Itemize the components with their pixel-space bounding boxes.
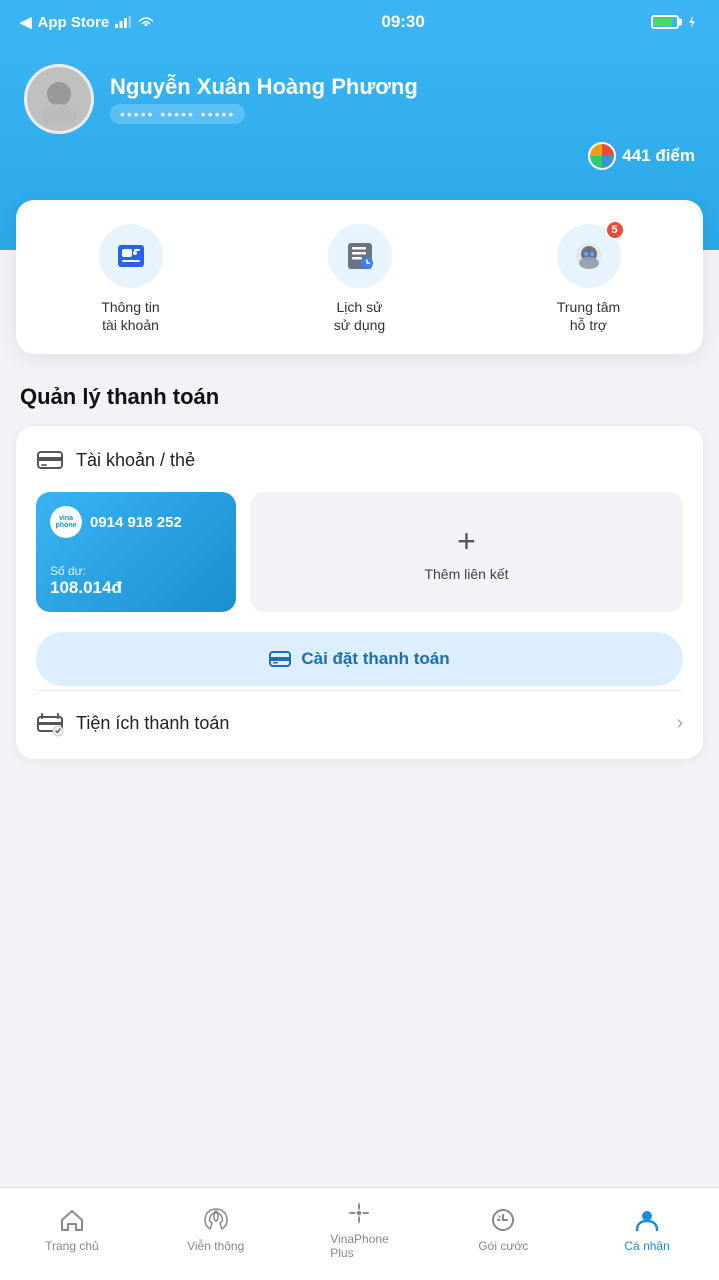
tab-vinaphone-plus[interactable]: VinaPhonePlus — [319, 1198, 399, 1260]
account-card-title: Tài khoản / thẻ — [76, 450, 195, 471]
telecom-icon — [201, 1205, 231, 1235]
wifi-icon — [137, 15, 155, 29]
tab-home[interactable]: Trang chủ — [32, 1205, 112, 1253]
status-carrier: ◀ App Store — [20, 13, 155, 31]
payment-card-header: Tài khoản / thẻ — [36, 446, 683, 474]
points-badge: 441 điểm — [588, 142, 695, 170]
setup-payment-button[interactable]: Cài đặt thanh toán — [36, 632, 683, 686]
vina-balance-section: Số dư: 108.014đ — [50, 564, 222, 598]
vina-card-top: vinaphone 0914 918 252 — [50, 506, 222, 538]
charging-icon — [685, 15, 699, 29]
chevron-right-icon: › — [676, 712, 683, 735]
profile-info: Nguyễn Xuân Hoàng Phương ••••• ••••• •••… — [110, 74, 695, 124]
add-link-card[interactable]: + Thêm liên kết — [250, 492, 683, 612]
usage-history-icon-wrap — [328, 224, 392, 288]
setup-payment-label: Cài đặt thanh toán — [301, 649, 449, 669]
add-link-plus-icon: + — [457, 523, 476, 560]
home-icon — [57, 1205, 87, 1235]
card-icon — [36, 446, 64, 474]
profile-phone: ••••• ••••• ••••• — [110, 104, 245, 124]
account-info-icon — [114, 239, 148, 273]
tab-personal-label: Cá nhân — [624, 1239, 669, 1253]
account-cards-row: vinaphone 0914 918 252 Số dư: 108.014đ +… — [36, 492, 683, 612]
usage-history-icon — [343, 239, 377, 273]
avatar-image — [34, 74, 84, 124]
main-content: Thông tintài khoản Lịch sửsử dụng 5 — [0, 250, 719, 875]
support-icon-wrap: 5 — [557, 224, 621, 288]
payment-card: Tài khoản / thẻ vinaphone 0914 918 252 S… — [16, 426, 703, 759]
utility-icon — [36, 709, 64, 737]
points-icon — [588, 142, 616, 170]
signal-icon — [115, 16, 131, 28]
status-bar: ◀ App Store 09:30 — [0, 0, 719, 44]
tab-bar: Trang chủ Viễn thông VinaPhonePlus — [0, 1187, 719, 1280]
vina-card[interactable]: vinaphone 0914 918 252 Số dư: 108.014đ — [36, 492, 236, 612]
quick-item-support[interactable]: 5 Trung tâmhỗ trợ — [547, 224, 631, 334]
tab-telecom-label: Viễn thông — [187, 1239, 244, 1253]
support-icon — [572, 239, 606, 273]
payment-section-title: Quản lý thanh toán — [20, 384, 699, 410]
utility-row[interactable]: Tiện ích thanh toán › — [36, 695, 683, 739]
utility-label: Tiện ích thanh toán — [76, 713, 664, 734]
profile-name: Nguyễn Xuân Hoàng Phương — [110, 74, 695, 100]
status-battery — [651, 15, 699, 29]
personal-icon — [632, 1205, 662, 1235]
status-time: 09:30 — [381, 12, 424, 32]
add-link-label: Thêm liên kết — [424, 566, 508, 582]
support-label: Trung tâmhỗ trợ — [557, 298, 620, 334]
avatar[interactable] — [24, 64, 94, 134]
points-value: 441 điểm — [622, 146, 695, 166]
battery-icon — [651, 15, 679, 29]
account-info-icon-wrap — [99, 224, 163, 288]
back-arrow: ◀ — [20, 13, 32, 31]
vinaphone-plus-icon — [344, 1198, 374, 1228]
tab-vinaphone-label: VinaPhonePlus — [330, 1232, 389, 1260]
tab-telecom[interactable]: Viễn thông — [176, 1205, 256, 1253]
tab-home-label: Trang chủ — [45, 1239, 99, 1253]
vina-balance: 108.014đ — [50, 578, 222, 598]
vina-balance-label: Số dư: — [50, 564, 222, 578]
setup-payment-icon — [269, 648, 291, 670]
tab-personal[interactable]: Cá nhân — [607, 1205, 687, 1253]
account-info-label: Thông tintài khoản — [101, 298, 159, 334]
divider — [36, 690, 683, 691]
profile-row: Nguyễn Xuân Hoàng Phương ••••• ••••• •••… — [24, 64, 695, 134]
quick-actions-card: Thông tintài khoản Lịch sửsử dụng 5 — [16, 200, 703, 354]
quick-item-usage-history[interactable]: Lịch sửsử dụng — [318, 224, 402, 334]
points-row: 441 điểm — [24, 142, 695, 170]
tab-packages[interactable]: Gói cước — [463, 1205, 543, 1253]
tab-packages-label: Gói cước — [478, 1239, 528, 1253]
support-badge: 5 — [605, 220, 625, 240]
usage-history-label: Lịch sửsử dụng — [334, 298, 385, 334]
quick-item-account-info[interactable]: Thông tintài khoản — [89, 224, 173, 334]
vina-phone: 0914 918 252 — [90, 514, 182, 531]
vina-logo: vinaphone — [50, 506, 82, 538]
packages-icon — [488, 1205, 518, 1235]
